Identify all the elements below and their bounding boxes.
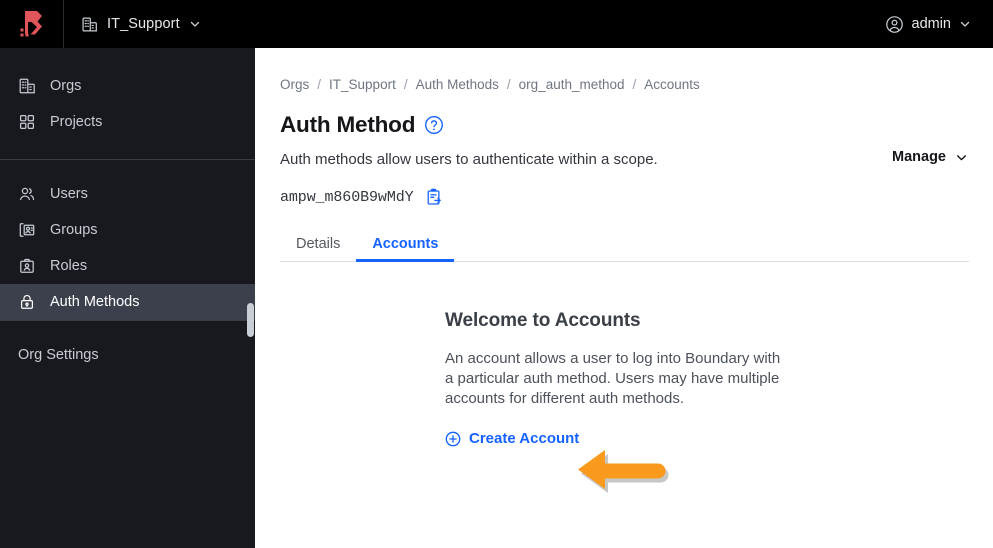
tab-details[interactable]: Details: [280, 236, 356, 261]
sidebar-item-org-settings[interactable]: Org Settings: [0, 337, 255, 373]
sidebar-group-settings: Org Settings: [0, 321, 255, 381]
sidebar-group-scopes: Orgs Projects: [0, 48, 255, 159]
main-content: Orgs / IT_Support / Auth Methods / org_a…: [255, 48, 993, 548]
sidebar-scrollbar[interactable]: [247, 303, 254, 337]
sidebar-group-iam: Users Groups Roles Auth Methods: [0, 160, 255, 320]
resource-id-value: ampw_m860B9wMdY: [280, 188, 414, 206]
accounts-empty-state: Welcome to Accounts An account allows a …: [280, 310, 969, 452]
sidebar-item-label: Groups: [50, 222, 98, 238]
sidebar-navigation: Orgs Projects Users Groups Roles Auth Me…: [0, 48, 255, 548]
user-name-label: admin: [911, 16, 952, 32]
plus-circle-icon: [445, 431, 461, 447]
sidebar-item-label: Orgs: [50, 78, 82, 94]
org-building-icon: [18, 77, 36, 95]
page-subtitle: Auth methods allow users to authenticate…: [280, 151, 658, 168]
breadcrumb-item-accounts: Accounts: [644, 76, 700, 92]
breadcrumb: Orgs / IT_Support / Auth Methods / org_a…: [280, 74, 969, 94]
user-menu[interactable]: admin: [885, 0, 993, 48]
page-header: Auth Method Auth methods allow users to …: [280, 94, 969, 168]
empty-state-title: Welcome to Accounts: [445, 310, 641, 331]
grid-squares-icon: [18, 113, 36, 131]
sidebar-item-label: Roles: [50, 258, 88, 274]
breadcrumb-separator: /: [632, 76, 637, 92]
scope-switcher[interactable]: IT_Support: [64, 0, 215, 48]
tab-bar: Details Accounts: [280, 229, 969, 262]
top-navigation-bar: IT_Support admin: [0, 0, 993, 48]
lock-icon: [18, 293, 36, 311]
chevron-down-icon: [955, 151, 968, 164]
chevron-down-icon: [959, 18, 971, 30]
manage-button-label: Manage: [892, 149, 946, 165]
id-badge-icon: [18, 257, 36, 275]
sidebar-item-users[interactable]: Users: [0, 176, 255, 212]
sidebar-item-auth-methods[interactable]: Auth Methods: [0, 284, 255, 320]
sidebar-item-label: Users: [50, 186, 88, 202]
chevron-down-icon: [189, 18, 201, 30]
sidebar-item-roles[interactable]: Roles: [0, 248, 255, 284]
sidebar-item-label: Org Settings: [18, 347, 99, 363]
resource-id-row: ampw_m860B9wMdY: [280, 186, 969, 208]
manage-button[interactable]: Manage: [892, 149, 968, 165]
sidebar-item-orgs[interactable]: Orgs: [0, 68, 255, 104]
sidebar-item-groups[interactable]: Groups: [0, 212, 255, 248]
sidebar-item-label: Projects: [50, 114, 103, 130]
page-header-left: Auth Method Auth methods allow users to …: [280, 94, 892, 168]
breadcrumb-separator: /: [506, 76, 511, 92]
app-window: IT_Support admin Orgs Projects Users Gro…: [0, 0, 993, 548]
group-folder-icon: [18, 221, 36, 239]
user-circle-icon: [885, 15, 904, 34]
help-circle-icon[interactable]: [424, 115, 444, 135]
create-account-label: Create Account: [469, 430, 580, 447]
sidebar-item-label: Auth Methods: [50, 294, 140, 310]
breadcrumb-separator: /: [317, 76, 322, 92]
org-building-icon: [81, 16, 98, 33]
tab-accounts[interactable]: Accounts: [356, 236, 455, 262]
page-title-row: Auth Method: [280, 112, 892, 138]
users-icon: [18, 185, 36, 203]
breadcrumb-item-it-support[interactable]: IT_Support: [329, 77, 396, 92]
page-title: Auth Method: [280, 112, 416, 137]
create-account-button[interactable]: Create Account: [445, 430, 579, 447]
breadcrumb-item-orgs[interactable]: Orgs: [280, 77, 309, 92]
boundary-logo[interactable]: [0, 0, 63, 48]
boundary-logo-icon: [18, 9, 46, 39]
empty-state-description: An account allows a user to log into Bou…: [445, 350, 781, 407]
breadcrumb-item-auth-methods[interactable]: Auth Methods: [416, 77, 499, 92]
scope-label: IT_Support: [107, 16, 180, 32]
sidebar-item-projects[interactable]: Projects: [0, 104, 255, 140]
copy-clipboard-icon[interactable]: [425, 188, 444, 207]
page-header-right: Manage: [892, 94, 969, 166]
breadcrumb-item-org-auth-method[interactable]: org_auth_method: [519, 77, 625, 92]
breadcrumb-separator: /: [403, 76, 408, 92]
